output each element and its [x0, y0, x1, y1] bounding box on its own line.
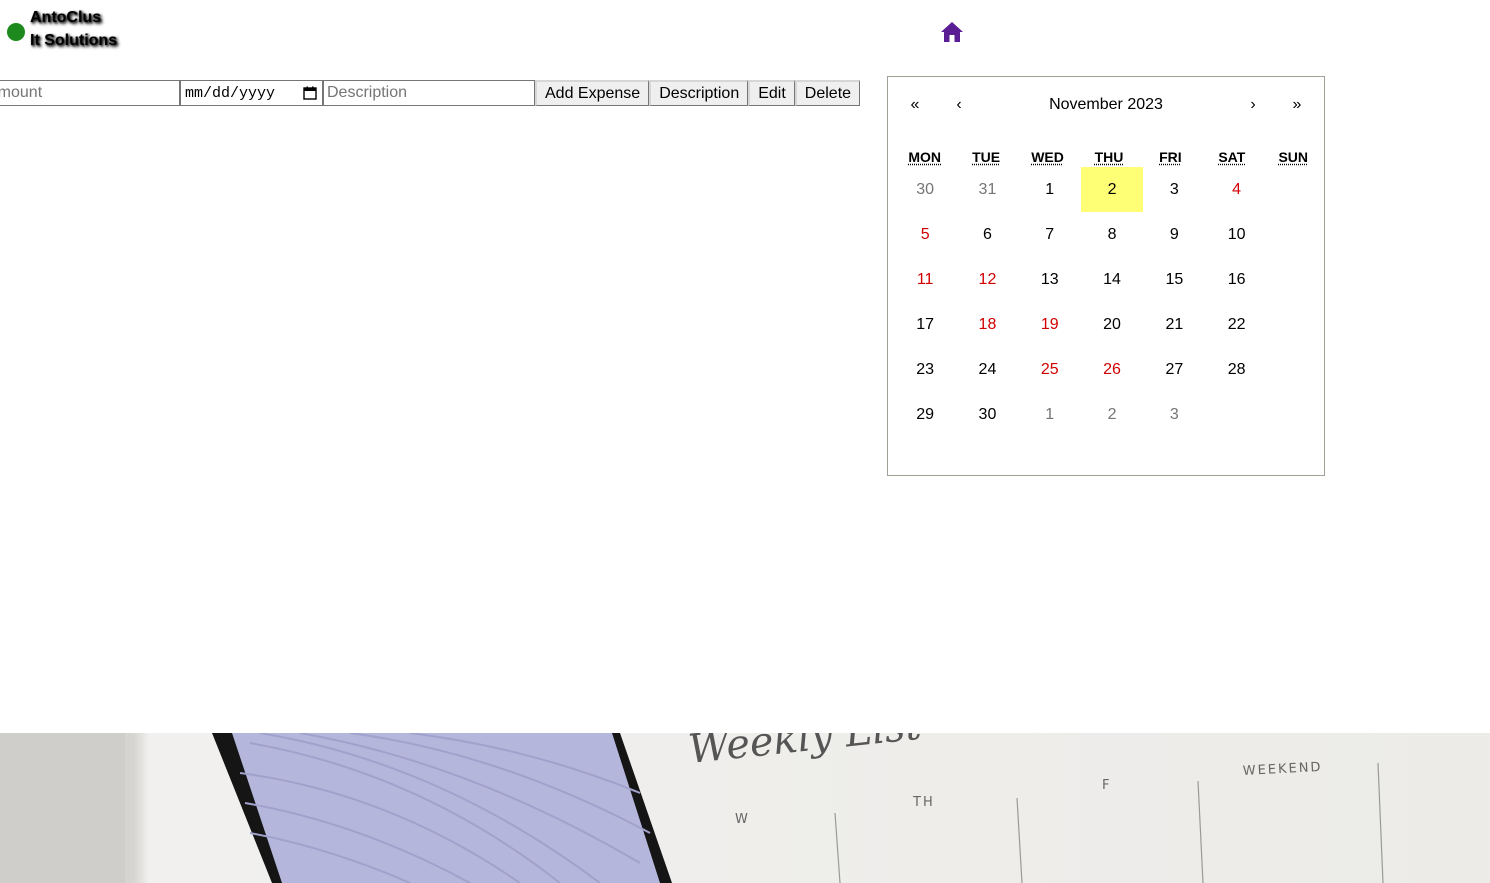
banner-col-w: W [735, 812, 750, 827]
calendar-day[interactable]: 11 [894, 257, 956, 302]
calendar-icon[interactable] [303, 86, 317, 100]
calendar-day[interactable]: 4 [1205, 167, 1267, 212]
calendar-day[interactable]: 19 [1019, 302, 1081, 347]
calendar-day[interactable]: 22 [1205, 302, 1267, 347]
calendar-day[interactable]: 28 [1205, 347, 1267, 392]
calendar-day[interactable]: 15 [1143, 257, 1205, 302]
banner-photo: Weekly List W TH F WEEKEND [0, 733, 1490, 883]
calendar-day[interactable]: 18 [956, 302, 1018, 347]
calendar-day-today[interactable]: 2 [1080, 167, 1144, 212]
brand-dot [7, 23, 25, 41]
edit-button[interactable]: Edit [748, 80, 795, 106]
calendar-day[interactable]: 26 [1081, 347, 1143, 392]
calendar-day[interactable]: 27 [1143, 347, 1205, 392]
calendar-day[interactable]: 3 [1143, 392, 1205, 437]
calendar-day[interactable]: 21 [1143, 302, 1205, 347]
calendar-day[interactable]: 31 [956, 167, 1018, 212]
description-input[interactable] [323, 80, 535, 106]
brand-line-2: It Solutions [30, 32, 118, 49]
delete-button[interactable]: Delete [794, 80, 861, 106]
calendar-day[interactable]: 10 [1205, 212, 1267, 257]
banner-col-th: TH [912, 795, 935, 810]
expense-form: mm/dd/yyyy Add Expense Description Edit … [0, 80, 861, 106]
month-year-label[interactable]: November 2023 [981, 96, 1231, 114]
next-year-button[interactable]: » [1275, 96, 1319, 114]
calendar-day[interactable]: 20 [1081, 302, 1143, 347]
calendar-day[interactable]: 23 [894, 347, 956, 392]
prev-month-button[interactable]: ‹ [937, 96, 981, 114]
calendar-day[interactable]: 30 [956, 392, 1018, 437]
weekday-label: FRI [1159, 149, 1182, 165]
add-expense-button[interactable]: Add Expense [535, 80, 650, 106]
calendar-day[interactable]: 7 [1019, 212, 1081, 257]
calendar-day[interactable]: 12 [956, 257, 1018, 302]
weekday-header: MON TUE WED THU FRI SAT SUN [888, 147, 1324, 167]
calendar-day[interactable]: 29 [894, 392, 956, 437]
calendar-day[interactable]: 1 [1019, 167, 1081, 212]
calendar-day[interactable]: 5 [894, 212, 956, 257]
brand-logo: AntoClus It Solutions [7, 6, 117, 52]
weekday-label: SAT [1218, 149, 1246, 165]
description-button[interactable]: Description [649, 80, 749, 106]
weekday-header-cell: FRI [1140, 147, 1201, 167]
weekday-header-cell: TUE [955, 147, 1016, 167]
date-placeholder: mm/dd/yyyy [185, 84, 276, 102]
calendar-popup: « ‹ November 2023 › » MON TUE WED THU FRI SAT… [887, 76, 1325, 476]
calendar-day[interactable]: 25 [1019, 347, 1081, 392]
weekday-label: TUE [972, 149, 1001, 165]
calendar-day[interactable]: 9 [1143, 212, 1205, 257]
next-month-button[interactable]: › [1231, 96, 1275, 114]
calendar-day[interactable]: 2 [1081, 392, 1143, 437]
amount-input[interactable] [0, 80, 180, 106]
date-input[interactable]: mm/dd/yyyy [180, 80, 323, 106]
weekday-header-cell: SAT [1201, 147, 1262, 167]
brand-name: AntoClus It Solutions [30, 6, 117, 52]
weekday-label: THU [1094, 149, 1124, 165]
calendar-day[interactable]: 14 [1081, 257, 1143, 302]
calendar-day[interactable]: 17 [894, 302, 956, 347]
weekday-header-cell: THU [1078, 147, 1139, 167]
brand-line-1: AntoClus [30, 9, 102, 26]
calendar-day[interactable]: 24 [956, 347, 1018, 392]
day-grid: 30 31 1 2 3 4 5 6 7 8 9 10 11 12 13 14 15 16 17 18 19 20 21 22 2… [888, 167, 1324, 437]
prev-year-button[interactable]: « [893, 96, 937, 114]
planner-photo-graphic: Weekly List W TH F WEEKEND [0, 733, 1490, 883]
calendar-day[interactable]: 6 [956, 212, 1018, 257]
calendar-day[interactable]: 3 [1143, 167, 1205, 212]
calendar-day[interactable]: 16 [1205, 257, 1267, 302]
banner-col-f: F [1102, 778, 1111, 793]
calendar-day[interactable]: 30 [894, 167, 956, 212]
weekday-label: MON [908, 149, 942, 165]
home-icon[interactable] [940, 21, 964, 43]
calendar-day[interactable]: 8 [1081, 212, 1143, 257]
weekday-label: WED [1031, 149, 1064, 165]
calendar-day[interactable]: 13 [1019, 257, 1081, 302]
weekday-label: SUN [1278, 149, 1309, 165]
calendar-navigation: « ‹ November 2023 › » [888, 77, 1324, 133]
weekday-header-cell: SUN [1263, 147, 1324, 167]
weekday-header-cell: MON [894, 147, 955, 167]
weekday-header-cell: WED [1017, 147, 1078, 167]
calendar-day[interactable]: 1 [1019, 392, 1081, 437]
